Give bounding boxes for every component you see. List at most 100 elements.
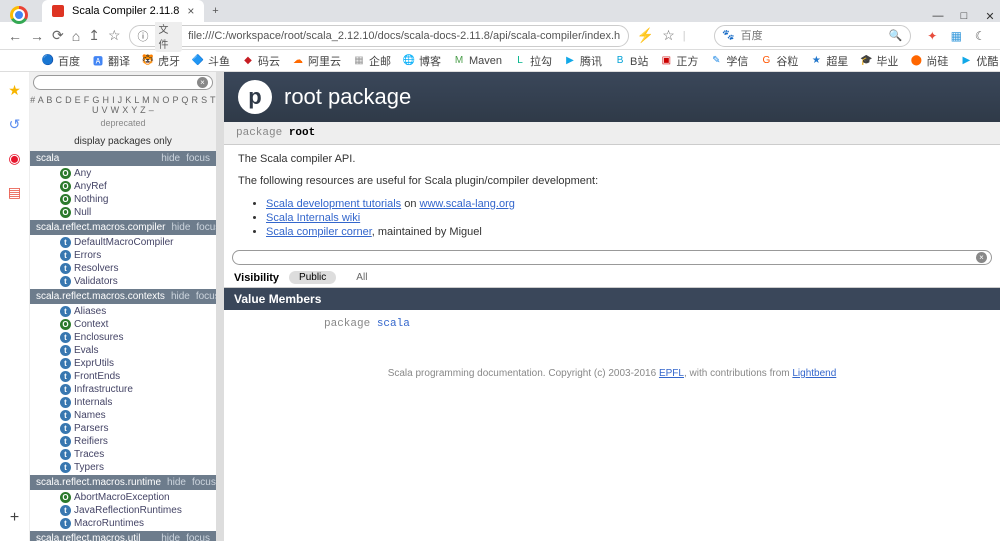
type-link[interactable]: MacroRuntimes <box>74 518 144 529</box>
package-item[interactable]: tReifiers <box>30 435 216 448</box>
member-link-scala[interactable]: scala <box>377 318 410 330</box>
sidebar-history-icon[interactable]: ↺ <box>7 116 23 132</box>
reload-icon[interactable]: ⟳ <box>52 26 64 46</box>
package-header[interactable]: scala.reflect.macros.compilerhidefocus <box>30 220 216 235</box>
back-icon[interactable]: ← <box>8 26 22 46</box>
sidebar-weibo-icon[interactable]: ◉ <box>7 150 23 166</box>
search-input[interactable]: 🐾 🔍 <box>714 25 912 47</box>
focus-link[interactable]: focus <box>192 477 216 488</box>
type-link[interactable]: Any <box>74 168 91 179</box>
bookmark-item[interactable]: 🎓毕业 <box>860 53 898 69</box>
type-link[interactable]: Errors <box>74 250 101 261</box>
package-item[interactable]: tFrontEnds <box>30 370 216 383</box>
ext-icon-2[interactable]: ▦ <box>949 29 963 43</box>
package-filter-input[interactable] <box>33 75 213 90</box>
focus-link[interactable]: focus <box>186 153 210 164</box>
type-link[interactable]: ExprUtils <box>74 358 114 369</box>
hide-link[interactable]: hide <box>167 477 186 488</box>
bookmark-star-icon[interactable]: ☆ <box>662 26 675 46</box>
sidebar-star-icon[interactable]: ★ <box>7 82 23 98</box>
type-link[interactable]: Traces <box>74 449 104 460</box>
window-maximize-icon[interactable]: □ <box>958 10 970 22</box>
tab-close-icon[interactable]: × <box>187 4 194 18</box>
package-header[interactable]: scala.reflect.macros.contextshidefocus <box>30 289 216 304</box>
package-item[interactable]: OAny <box>30 167 216 180</box>
type-link[interactable]: Aliases <box>74 306 106 317</box>
url-input[interactable]: ⓘ 文件 file:///C:/workspace/root/scala_2.1… <box>129 25 629 47</box>
bookmark-item[interactable]: 🌐博客 <box>403 53 441 69</box>
alpha-nav[interactable]: # A B C D E F G H I J K L M N O P Q R S … <box>30 93 216 117</box>
package-item[interactable]: tAliases <box>30 305 216 318</box>
type-link[interactable]: AnyRef <box>74 181 107 192</box>
bookmark-item[interactable]: 🅰翻译 <box>92 53 130 69</box>
package-item[interactable]: tMacroRuntimes <box>30 517 216 530</box>
translate-icon[interactable]: ⚡ <box>637 26 654 46</box>
package-item[interactable]: ONull <box>30 206 216 219</box>
focus-link[interactable]: focus <box>196 291 216 302</box>
type-link[interactable]: Null <box>74 207 91 218</box>
bookmark-item[interactable]: ☁阿里云 <box>292 53 341 69</box>
type-link[interactable]: DefaultMacroCompiler <box>74 237 173 248</box>
window-close-icon[interactable]: ✕ <box>984 10 996 22</box>
package-item[interactable]: tDefaultMacroCompiler <box>30 236 216 249</box>
sidebar-add-icon[interactable]: + <box>10 509 19 527</box>
bookmark-item[interactable]: ▣正方 <box>660 53 698 69</box>
bookmark-item[interactable]: BB站 <box>614 53 648 69</box>
hide-link[interactable]: hide <box>161 533 180 541</box>
package-item[interactable]: tInternals <box>30 396 216 409</box>
hide-link[interactable]: hide <box>171 222 190 233</box>
type-link[interactable]: Parsers <box>74 423 108 434</box>
bookmark-item[interactable]: ✎学信 <box>710 53 748 69</box>
up-icon[interactable]: ↥ <box>88 26 100 46</box>
bookmark-item[interactable]: MMaven <box>453 55 502 67</box>
hide-link[interactable]: hide <box>171 291 190 302</box>
member-filter-input[interactable] <box>232 250 992 265</box>
bookmark-item[interactable]: ▶优酷 <box>960 53 998 69</box>
ext-icon-moon[interactable]: ☾ <box>973 29 987 43</box>
package-item[interactable]: tJavaReflectionRuntimes <box>30 504 216 517</box>
package-item[interactable]: tErrors <box>30 249 216 262</box>
type-link[interactable]: Resolvers <box>74 263 118 274</box>
package-item[interactable]: tParsers <box>30 422 216 435</box>
package-item[interactable]: tTraces <box>30 448 216 461</box>
bookmark-item[interactable]: ◆码云 <box>242 53 280 69</box>
type-link[interactable]: Typers <box>74 462 104 473</box>
bookmark-item[interactable]: 🔵百度 <box>42 53 80 69</box>
package-item[interactable]: tEvals <box>30 344 216 357</box>
window-minimize-icon[interactable]: — <box>932 10 944 22</box>
type-link[interactable]: Context <box>74 319 108 330</box>
package-item[interactable]: tValidators <box>30 275 216 288</box>
package-item[interactable]: OContext <box>30 318 216 331</box>
package-item[interactable]: tTypers <box>30 461 216 474</box>
package-header[interactable]: scala.reflect.macros.utilhidefocus <box>30 531 216 541</box>
type-link[interactable]: Nothing <box>74 194 108 205</box>
bookmark-item[interactable]: G谷粒 <box>760 53 798 69</box>
bookmark-item[interactable]: ⬤尚硅 <box>910 53 948 69</box>
package-item[interactable]: ONothing <box>30 193 216 206</box>
focus-link[interactable]: focus <box>196 222 216 233</box>
sidebar-pdf-icon[interactable]: ▤ <box>7 184 23 200</box>
type-link[interactable]: Enclosures <box>74 332 123 343</box>
search-mag-icon[interactable]: 🔍 <box>889 29 903 42</box>
ext-icon-1[interactable]: ✦ <box>925 29 939 43</box>
package-header[interactable]: scalahidefocus <box>30 151 216 166</box>
new-tab-button[interactable]: + <box>204 0 226 22</box>
browser-tab[interactable]: Scala Compiler 2.11.8 × <box>42 0 204 22</box>
bookmark-item[interactable]: ★超星 <box>810 53 848 69</box>
package-item[interactable]: tEnclosures <box>30 331 216 344</box>
type-link[interactable]: Internals <box>74 397 112 408</box>
home-icon[interactable]: ⌂ <box>72 26 80 46</box>
bookmark-item[interactable]: 🔷斗鱼 <box>192 53 230 69</box>
type-link[interactable]: AbortMacroException <box>74 492 170 503</box>
deprecated-link[interactable]: deprecated <box>30 117 216 132</box>
visibility-all[interactable]: All <box>346 271 377 284</box>
type-link[interactable]: FrontEnds <box>74 371 120 382</box>
display-packages-only[interactable]: display packages only <box>30 132 216 151</box>
bookmark-item[interactable]: L拉勾 <box>514 53 552 69</box>
package-item[interactable]: OAbortMacroException <box>30 491 216 504</box>
package-item[interactable]: tInfrastructure <box>30 383 216 396</box>
package-item[interactable]: tExprUtils <box>30 357 216 370</box>
focus-link[interactable]: focus <box>186 533 210 541</box>
type-link[interactable]: JavaReflectionRuntimes <box>74 505 182 516</box>
package-item[interactable]: tNames <box>30 409 216 422</box>
